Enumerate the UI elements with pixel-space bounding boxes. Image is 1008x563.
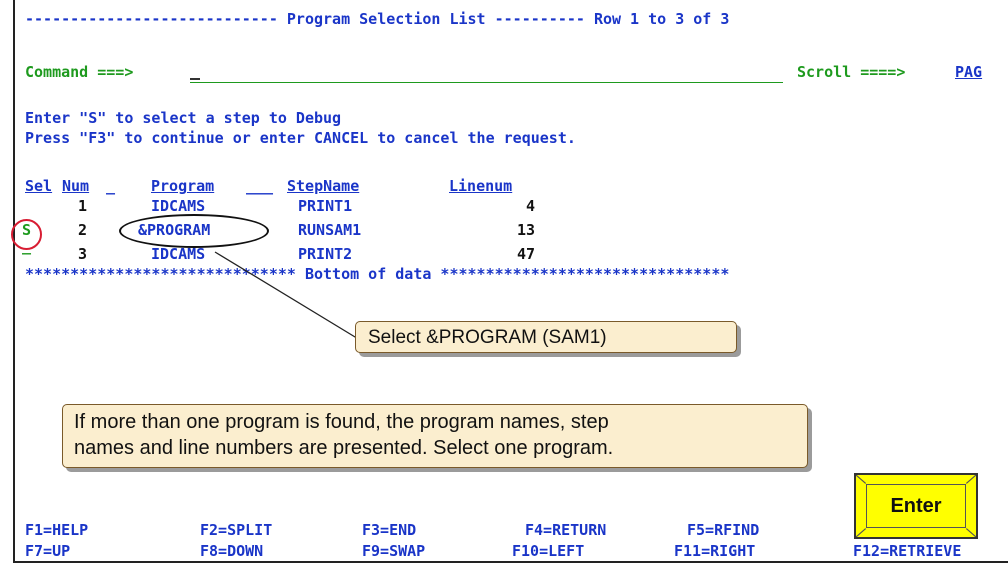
info-callout-line-2: names and line numbers are presented. Se… bbox=[74, 437, 614, 459]
row-num: 3 bbox=[78, 245, 88, 263]
enter-button-label: Enter bbox=[866, 484, 966, 528]
command-label: Command ===> bbox=[25, 63, 134, 81]
cursor bbox=[190, 78, 200, 80]
column-header-sel: Sel bbox=[25, 177, 53, 195]
fkey-f11[interactable]: F11=RIGHT bbox=[674, 543, 755, 560]
program-highlight-ellipse bbox=[119, 214, 269, 248]
panel-title-line: ---------------------------- Program Sel… bbox=[25, 10, 730, 28]
column-header-program: Program bbox=[151, 177, 215, 195]
column-header-stepname: StepName bbox=[287, 177, 360, 195]
select-highlight-circle bbox=[11, 219, 42, 250]
scroll-label: Scroll ====> bbox=[797, 63, 906, 81]
column-header-linenum: Linenum bbox=[449, 177, 513, 195]
row-num: 1 bbox=[78, 197, 88, 215]
instruction-line-1: Enter "S" to select a step to Debug bbox=[25, 109, 342, 127]
fkey-f1[interactable]: F1=HELP bbox=[25, 522, 88, 539]
row-linenum: 47 bbox=[516, 245, 535, 263]
fkey-f9[interactable]: F9=SWAP bbox=[362, 543, 425, 560]
fkey-f2[interactable]: F2=SPLIT bbox=[200, 522, 272, 539]
row-stepname: PRINT2 bbox=[298, 245, 353, 263]
row-stepname: RUNSAM1 bbox=[298, 221, 362, 239]
instruction-line-2: Press "F3" to continue or enter CANCEL t… bbox=[25, 129, 576, 147]
row-linenum: 13 bbox=[516, 221, 535, 239]
enter-button[interactable]: Enter bbox=[854, 473, 978, 539]
fkey-f12[interactable]: F12=RETRIEVE bbox=[853, 543, 961, 560]
row-stepname: PRINT1 bbox=[298, 197, 353, 215]
command-input[interactable] bbox=[190, 82, 783, 83]
info-callout-line-1: If more than one program is found, the p… bbox=[74, 411, 609, 433]
fkey-f5[interactable]: F5=RFIND bbox=[687, 522, 759, 539]
select-program-callout: Select &PROGRAM (SAM1) bbox=[355, 321, 737, 353]
column-header-num: Num bbox=[62, 177, 90, 195]
bottom-of-data-line: ****************************** Bottom of… bbox=[25, 265, 730, 283]
fkey-f10[interactable]: F10=LEFT bbox=[512, 543, 584, 560]
fkey-f3[interactable]: F3=END bbox=[362, 522, 416, 539]
scroll-amount-field[interactable]: PAG bbox=[955, 64, 982, 81]
fkey-f8[interactable]: F8=DOWN bbox=[200, 543, 263, 560]
row-linenum: 4 bbox=[525, 197, 535, 215]
row-program: IDCAMS bbox=[151, 197, 206, 215]
fkey-f4[interactable]: F4=RETURN bbox=[525, 522, 606, 539]
row-program: IDCAMS bbox=[151, 245, 206, 263]
row-num: 2 bbox=[78, 221, 88, 239]
info-callout: If more than one program is found, the p… bbox=[62, 404, 808, 468]
fkey-f7[interactable]: F7=UP bbox=[25, 543, 70, 560]
